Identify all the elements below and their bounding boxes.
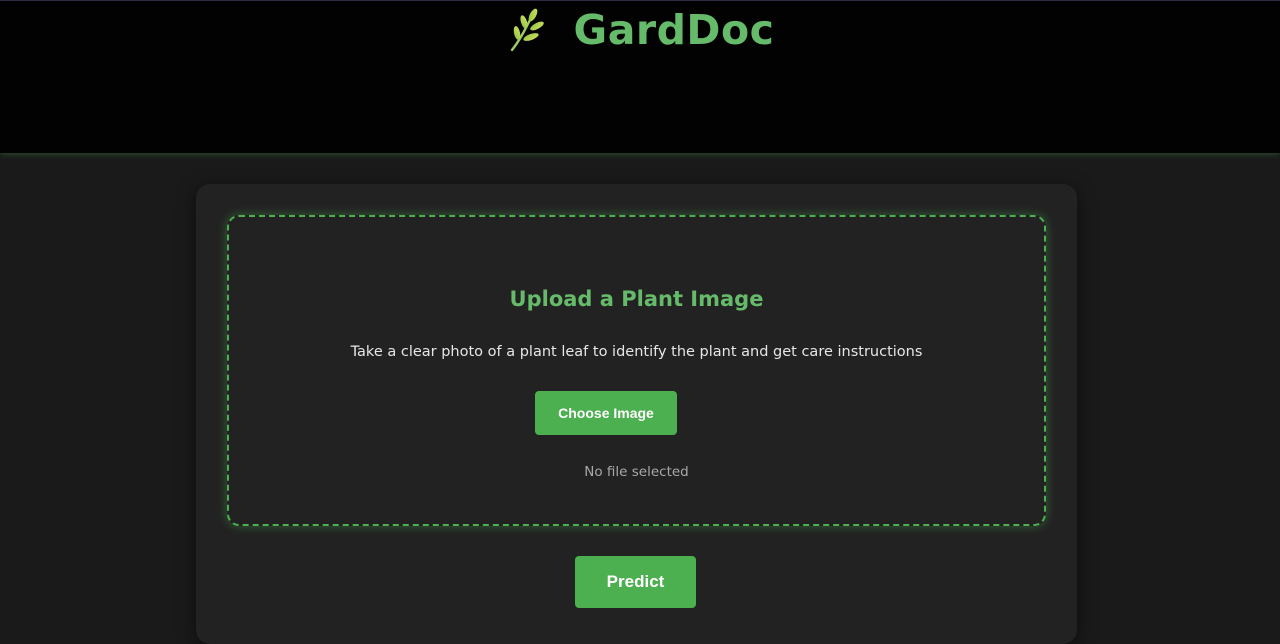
upload-card: Upload a Plant Image Take a clear photo …: [196, 184, 1077, 644]
leaf-sprig-icon: [510, 8, 544, 52]
upload-description: Take a clear photo of a plant leaf to id…: [350, 344, 923, 360]
brand: GardDoc: [0, 5, 1280, 55]
file-status: No file selected: [584, 464, 689, 480]
upload-title: Upload a Plant Image: [509, 287, 764, 311]
app-header: GardDoc: [0, 0, 1280, 153]
brand-title: GardDoc: [573, 6, 775, 54]
predict-button[interactable]: Predict: [575, 556, 696, 608]
choose-image-button[interactable]: Choose Image: [535, 391, 677, 435]
upload-dropzone[interactable]: Upload a Plant Image Take a clear photo …: [227, 215, 1046, 526]
